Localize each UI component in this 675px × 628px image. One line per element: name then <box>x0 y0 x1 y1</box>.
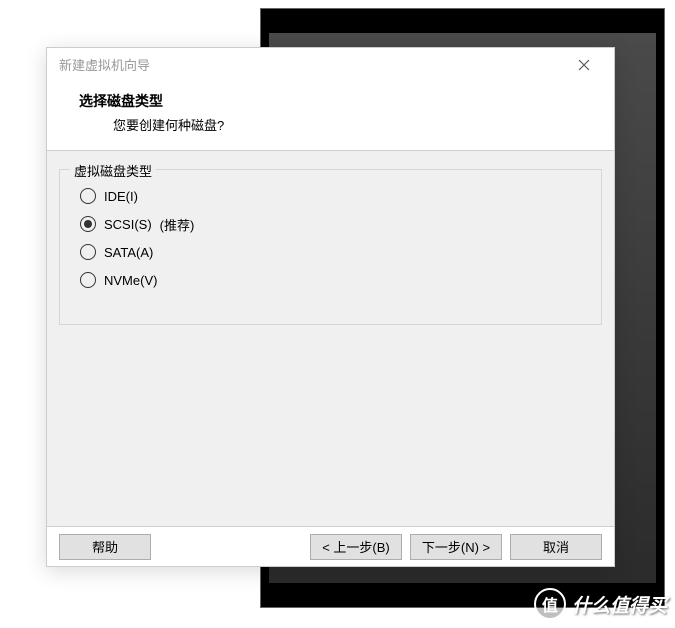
radio-label: IDE(I) <box>104 189 138 204</box>
next-button[interactable]: 下一步(N) > <box>410 534 502 560</box>
help-button[interactable]: 帮助 <box>59 534 151 560</box>
dialog-body: 虚拟磁盘类型 IDE(I) SCSI(S) (推荐) SATA(A) NVMe(… <box>47 151 614 526</box>
radio-indicator <box>80 272 96 288</box>
radio-option-1[interactable]: SCSI(S) (推荐) <box>74 210 587 238</box>
cancel-button[interactable]: 取消 <box>510 534 602 560</box>
watermark-badge: 值 <box>534 588 566 620</box>
header-title: 选择磁盘类型 <box>79 91 594 111</box>
radio-option-0[interactable]: IDE(I) <box>74 182 587 210</box>
radio-indicator <box>80 244 96 260</box>
watermark: 值 什么值得买 <box>534 588 667 620</box>
radio-option-3[interactable]: NVMe(V) <box>74 266 587 294</box>
wizard-dialog: 新建虚拟机向导 选择磁盘类型 您要创建何种磁盘? 虚拟磁盘类型 IDE(I) S… <box>46 47 615 567</box>
back-button[interactable]: < 上一步(B) <box>310 534 402 560</box>
radio-extra-label: (推荐) <box>160 215 195 234</box>
watermark-text: 什么值得买 <box>572 591 667 618</box>
dialog-header: 选择磁盘类型 您要创建何种磁盘? <box>47 81 614 151</box>
dialog-title: 新建虚拟机向导 <box>59 55 150 74</box>
radio-label: SATA(A) <box>104 245 153 260</box>
radio-options-container: IDE(I) SCSI(S) (推荐) SATA(A) NVMe(V) <box>74 182 587 294</box>
disk-type-group: 虚拟磁盘类型 IDE(I) SCSI(S) (推荐) SATA(A) NVMe(… <box>59 169 602 325</box>
group-legend: 虚拟磁盘类型 <box>70 161 156 180</box>
dialog-footer: 帮助 < 上一步(B) 下一步(N) > 取消 <box>47 526 614 566</box>
radio-indicator <box>80 188 96 204</box>
close-button[interactable] <box>564 51 604 79</box>
radio-option-2[interactable]: SATA(A) <box>74 238 587 266</box>
titlebar: 新建虚拟机向导 <box>47 48 614 81</box>
radio-label: SCSI(S) <box>104 217 152 232</box>
header-subtitle: 您要创建何种磁盘? <box>79 115 594 134</box>
close-icon <box>578 59 590 71</box>
radio-indicator <box>80 216 96 232</box>
radio-label: NVMe(V) <box>104 273 157 288</box>
